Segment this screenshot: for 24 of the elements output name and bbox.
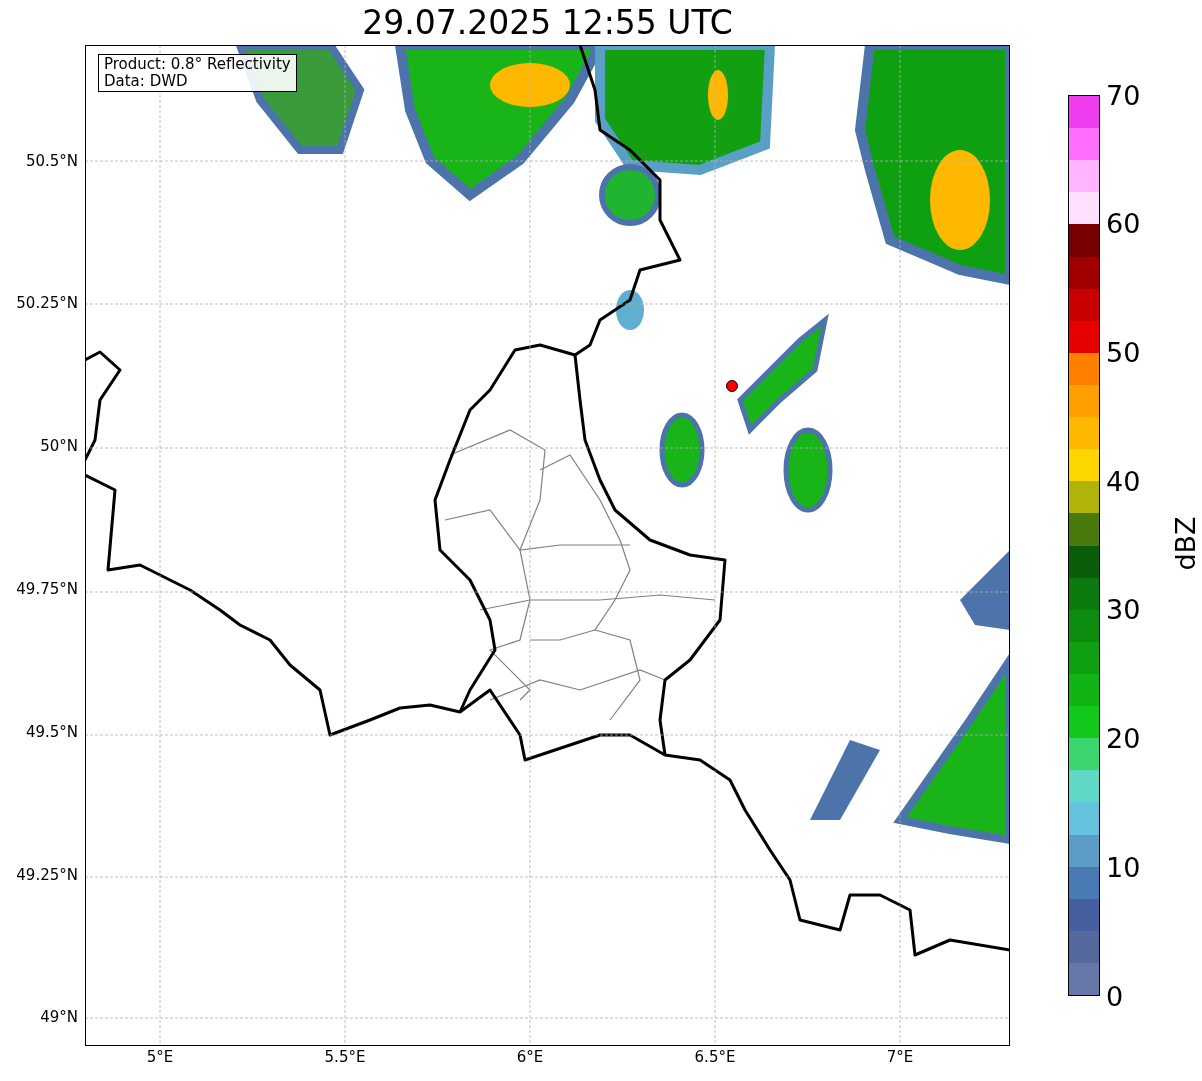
latitude-tick-label: 50.25°N: [16, 296, 79, 312]
colorbar-label: dBZ: [1171, 516, 1199, 571]
latitude-tick-label: 50.5°N: [25, 153, 79, 169]
colorbar-tick-label: 30: [1105, 596, 1141, 624]
longitude-tick-label: 6°E: [516, 1050, 544, 1065]
chart-title: 29.07.2025 12:55 UTC: [362, 6, 733, 39]
colorbar-tick-label: 40: [1105, 467, 1141, 495]
colorbar-tick-label: 0: [1105, 982, 1124, 1010]
colorbar-tick-label: 60: [1105, 210, 1141, 238]
colorbar-tick-label: 70: [1105, 81, 1141, 109]
colorbar-tick-label: 10: [1105, 853, 1141, 881]
longitude-tick-label: 7°E: [886, 1050, 914, 1065]
latitude-tick-label: 49.75°N: [16, 581, 79, 597]
location-marker: [726, 380, 738, 392]
longitude-tick-label: 5°E: [146, 1050, 174, 1065]
longitude-tick-label: 5.5°E: [324, 1050, 366, 1065]
colorbar-tick-label: 50: [1105, 338, 1141, 366]
latitude-tick-label: 50°N: [40, 439, 79, 455]
latitude-tick-label: 49°N: [40, 1010, 79, 1026]
longitude-tick-label: 6.5°E: [694, 1050, 736, 1065]
latitude-tick-label: 49.25°N: [16, 867, 79, 883]
info-box: Product: 0.8° Reflectivity Data: DWD: [98, 54, 297, 92]
colorbar-tick-label: 20: [1105, 725, 1141, 753]
latitude-tick-label: 49.5°N: [25, 724, 79, 740]
